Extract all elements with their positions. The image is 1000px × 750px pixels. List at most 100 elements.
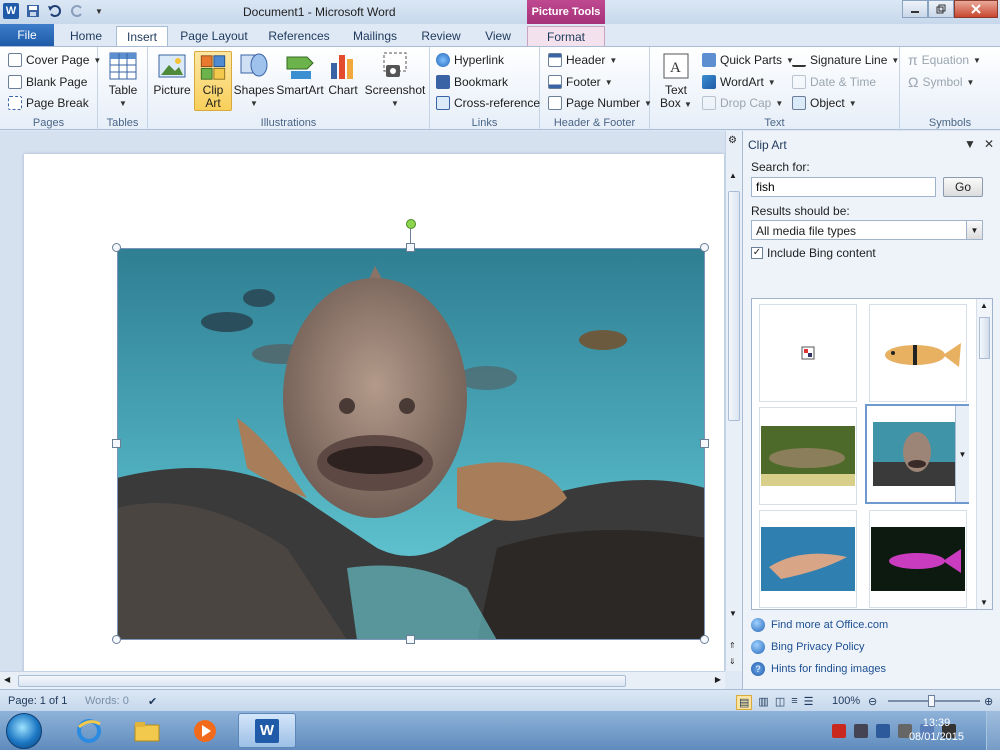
picture-button[interactable]: Picture bbox=[153, 51, 191, 97]
search-input[interactable] bbox=[751, 177, 936, 197]
tab-review[interactable]: Review bbox=[412, 26, 470, 46]
redo-icon[interactable] bbox=[68, 2, 86, 20]
resize-handle-left[interactable] bbox=[112, 439, 121, 448]
tab-references[interactable]: References bbox=[260, 26, 338, 46]
signature-line-button[interactable]: Signature Line ▼ bbox=[792, 50, 899, 70]
proofing-icon[interactable]: ✔ bbox=[148, 695, 157, 708]
tab-home[interactable]: Home bbox=[58, 26, 114, 46]
header-button[interactable]: Header ▼ bbox=[548, 50, 617, 70]
hints-link[interactable]: ? Hints for finding images bbox=[751, 662, 886, 676]
bookmark-button[interactable]: Bookmark bbox=[436, 72, 508, 92]
page-count[interactable]: Page: 1 of 1 bbox=[8, 695, 67, 707]
results-scroll-down[interactable]: ▼ bbox=[980, 598, 988, 607]
draft-icon[interactable]: ☰ bbox=[804, 695, 814, 710]
scroll-right-arrow[interactable]: ▶ bbox=[715, 675, 721, 684]
ruler-toggle-icon[interactable]: ⚙ bbox=[728, 135, 737, 146]
blank-page-button[interactable]: Blank Page bbox=[8, 72, 87, 92]
quick-parts-button[interactable]: Quick Parts ▼ bbox=[702, 50, 794, 70]
file-explorer-icon[interactable] bbox=[120, 713, 174, 748]
scroll-down-arrow[interactable]: ▼ bbox=[729, 609, 737, 618]
text-box-button[interactable]: A Text Box ▼ bbox=[656, 51, 696, 111]
find-more-link[interactable]: Find more at Office.com bbox=[751, 618, 888, 632]
equation-button[interactable]: π Equation ▼ bbox=[908, 50, 981, 70]
resize-handle-top[interactable] bbox=[406, 243, 415, 252]
tab-mailings[interactable]: Mailings bbox=[342, 26, 408, 46]
resize-handle-bottom-right[interactable] bbox=[700, 635, 709, 644]
print-layout-icon[interactable]: ▤ bbox=[736, 695, 753, 710]
web-layout-icon[interactable]: ◫ bbox=[775, 695, 785, 710]
full-screen-reading-icon[interactable]: ▥ bbox=[758, 695, 768, 710]
acrobat-icon[interactable] bbox=[832, 723, 846, 738]
go-button[interactable]: Go bbox=[943, 177, 983, 197]
zoom-level[interactable]: 100% bbox=[832, 695, 860, 707]
result-thumbnail[interactable] bbox=[759, 407, 857, 505]
zoom-out-icon[interactable]: ⊖ bbox=[868, 695, 877, 708]
resize-handle-top-right[interactable] bbox=[700, 243, 709, 252]
word-count[interactable]: Words: 0 bbox=[85, 695, 129, 707]
results-scroll-thumb[interactable] bbox=[979, 317, 990, 359]
checkbox-box[interactable]: ✓ bbox=[751, 247, 763, 259]
scroll-up-arrow[interactable]: ▲ bbox=[729, 171, 737, 180]
cross-reference-button[interactable]: Cross-reference bbox=[436, 93, 540, 113]
minimize-button[interactable] bbox=[902, 0, 928, 18]
outline-icon[interactable]: ≡ bbox=[791, 695, 797, 710]
result-thumbnail[interactable] bbox=[759, 304, 857, 402]
document-vertical-scrollbar[interactable]: ⚙ ▲ ▼ ⇑ ⇓ bbox=[725, 131, 742, 671]
result-thumbnail-selected[interactable]: ▼ bbox=[865, 404, 969, 504]
close-button[interactable] bbox=[954, 0, 998, 18]
bing-privacy-link[interactable]: Bing Privacy Policy bbox=[751, 640, 865, 654]
date-time-button[interactable]: Date & Time bbox=[792, 72, 876, 92]
word-app-icon[interactable]: W bbox=[2, 2, 20, 20]
customize-qat-icon[interactable]: ▼ bbox=[90, 2, 108, 20]
page-number-button[interactable]: Page Number ▼ bbox=[548, 93, 652, 113]
result-thumbnail[interactable] bbox=[759, 510, 857, 608]
pane-options-icon[interactable]: ▼ bbox=[964, 137, 976, 151]
tab-view[interactable]: View bbox=[474, 26, 522, 46]
hyperlink-button[interactable]: Hyperlink bbox=[436, 50, 504, 70]
result-thumbnail[interactable] bbox=[869, 510, 967, 608]
start-button[interactable] bbox=[6, 713, 42, 749]
resize-handle-bottom[interactable] bbox=[406, 635, 415, 644]
tab-format[interactable]: Format bbox=[527, 26, 605, 46]
screenshot-button[interactable]: Screenshot ▼ bbox=[364, 51, 426, 110]
resize-handle-right[interactable] bbox=[700, 439, 709, 448]
chart-button[interactable]: Chart bbox=[326, 51, 360, 97]
zoom-slider-thumb[interactable] bbox=[928, 695, 935, 707]
results-scrollbar[interactable]: ▲ ▼ bbox=[976, 299, 992, 609]
vertical-scroll-thumb[interactable] bbox=[728, 191, 740, 421]
thumbnail-menu-arrow[interactable]: ▼ bbox=[955, 406, 969, 502]
tab-file[interactable]: File bbox=[0, 24, 54, 46]
resize-handle-bottom-left[interactable] bbox=[112, 635, 121, 644]
word-taskbar-icon[interactable]: W bbox=[238, 713, 296, 748]
wordart-button[interactable]: WordArt ▼ bbox=[702, 72, 776, 92]
restore-button[interactable] bbox=[928, 0, 954, 18]
document-horizontal-scrollbar[interactable]: ◀ ▶ bbox=[0, 671, 725, 689]
object-button[interactable]: Object ▼ bbox=[792, 93, 857, 113]
tab-insert[interactable]: Insert bbox=[116, 26, 168, 46]
results-scroll-up[interactable]: ▲ bbox=[980, 301, 988, 310]
table-button[interactable]: Table ▼ bbox=[106, 51, 140, 110]
clock[interactable]: 13:39 08/01/2015 bbox=[909, 716, 964, 744]
shield-icon[interactable] bbox=[876, 723, 890, 738]
pane-close-icon[interactable]: ✕ bbox=[984, 137, 994, 151]
rotation-handle[interactable] bbox=[406, 219, 416, 229]
resize-handle-top-left[interactable] bbox=[112, 243, 121, 252]
scroll-left-arrow[interactable]: ◀ bbox=[4, 675, 10, 684]
shapes-button[interactable]: Shapes ▼ bbox=[234, 51, 274, 110]
smartart-button[interactable]: SmartArt bbox=[276, 51, 324, 97]
page-break-button[interactable]: Page Break bbox=[8, 93, 89, 113]
show-desktop-button[interactable] bbox=[986, 711, 1000, 750]
zoom-in-icon[interactable]: ⊕ bbox=[984, 695, 993, 708]
media-type-select[interactable]: All media file types ▼ bbox=[751, 220, 983, 240]
save-icon[interactable] bbox=[24, 2, 42, 20]
tab-page-layout[interactable]: Page Layout bbox=[172, 26, 256, 46]
footer-button[interactable]: Footer ▼ bbox=[548, 72, 613, 92]
cover-page-button[interactable]: Cover Page ▼ bbox=[8, 50, 101, 70]
chevron-down-icon[interactable]: ▼ bbox=[966, 221, 982, 239]
undo-icon[interactable] bbox=[46, 2, 64, 20]
include-bing-checkbox[interactable]: ✓ Include Bing content bbox=[751, 246, 876, 260]
horizontal-scroll-thumb[interactable] bbox=[18, 675, 626, 687]
result-thumbnail[interactable] bbox=[869, 304, 967, 402]
clip-art-button[interactable]: Clip Art bbox=[194, 51, 232, 111]
media-player-icon[interactable] bbox=[178, 713, 232, 748]
